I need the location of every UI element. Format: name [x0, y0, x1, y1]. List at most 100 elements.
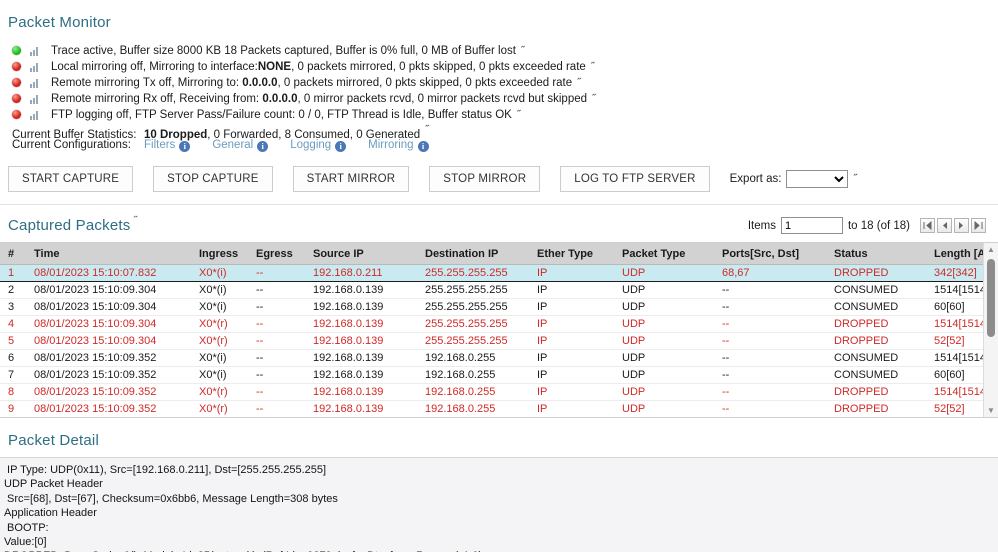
- config-link-filters[interactable]: Filters: [144, 139, 175, 151]
- signal-icon: [30, 78, 41, 88]
- table-row[interactable]: 3 08/01/2023 15:10:09.304 X0*(i) -- 192.168.…: [0, 298, 998, 316]
- items-start-input[interactable]: [780, 217, 843, 234]
- table-vertical-scrollbar[interactable]: ▲ ▼: [983, 243, 998, 417]
- table-row[interactable]: 1 08/01/2023 15:10:07.832 X0*(i) -- 192.168.…: [0, 264, 998, 282]
- scrollbar-thumb[interactable]: [987, 259, 995, 337]
- column-header-ports-src-dst[interactable]: Ports[Src, Dst]: [714, 243, 826, 265]
- status-line: Remote mirroring Rx off, Receiving from:…: [8, 91, 998, 106]
- cell-dst: 192.168.0.255: [417, 383, 529, 401]
- cell-dst: 255.255.255.255: [417, 264, 529, 282]
- signal-icon: [30, 46, 41, 56]
- column-header-destination-ip[interactable]: Destination IP: [417, 243, 529, 265]
- status-line: Trace active, Buffer size 8000 KB 18 Pac…: [8, 43, 998, 58]
- cell-time: 08/01/2023 15:10:09.352: [26, 400, 191, 417]
- cell-ports: --: [714, 298, 826, 316]
- cell-dst: 192.168.0.255: [417, 400, 529, 417]
- cell-ptype: UDP: [614, 400, 714, 417]
- cell-status: DROPPED: [826, 264, 926, 282]
- info-icon[interactable]: i: [335, 141, 347, 152]
- cell-src: 192.168.0.139: [305, 400, 417, 417]
- cell-ports: --: [714, 281, 826, 299]
- cell-num: 9: [0, 400, 26, 417]
- table-row[interactable]: 5 08/01/2023 15:10:09.304 X0*(r) -- 192.168.…: [0, 332, 998, 350]
- config-link-general[interactable]: General: [212, 139, 253, 151]
- cell-num: 5: [0, 332, 26, 350]
- current-configurations-label: Current Configurations:: [12, 139, 131, 151]
- cell-ether: IP: [529, 332, 614, 350]
- next-page-button[interactable]: [954, 218, 969, 233]
- cell-ingress: X0*(i): [191, 418, 248, 419]
- scroll-up-arrow[interactable]: ▲: [984, 243, 998, 256]
- cell-ingress: X0*(i): [191, 366, 248, 384]
- captured-packets-header: Captured Packets˝ Items to 18 (of 18): [0, 205, 998, 234]
- cell-num: 4: [0, 315, 26, 333]
- table-row[interactable]: 9 08/01/2023 15:10:09.352 X0*(r) -- 192.168.…: [0, 400, 998, 417]
- cell-ingress: X0*(i): [191, 298, 248, 316]
- config-link-mirroring[interactable]: Mirroring: [368, 139, 413, 151]
- packet-detail-content: IP Type: UDP(0x11), Src=[192.168.0.211],…: [0, 457, 998, 552]
- cell-dst: 255.255.255.255: [417, 418, 529, 419]
- status-list: Trace active, Buffer size 8000 KB 18 Pac…: [8, 43, 998, 122]
- info-icon[interactable]: i: [257, 141, 269, 152]
- stop-capture-button[interactable]: STOP CAPTURE: [153, 166, 273, 192]
- packet-detail-title: Packet Detail: [8, 432, 99, 449]
- log-to-ftp-server-button[interactable]: LOG TO FTP SERVER: [560, 166, 710, 192]
- column-header-[interactable]: #: [0, 243, 26, 265]
- packet-detail-header: Packet Detail: [0, 418, 998, 449]
- signal-icon: [30, 94, 41, 104]
- cell-dst: 255.255.255.255: [417, 281, 529, 299]
- cell-src: 192.168.0.139: [305, 298, 417, 316]
- column-header-status[interactable]: Status: [826, 243, 926, 265]
- column-header-egress[interactable]: Egress: [248, 243, 305, 265]
- items-label: Items: [747, 219, 776, 232]
- pagination-buttons: [918, 218, 986, 233]
- column-header-ether-type[interactable]: Ether Type: [529, 243, 614, 265]
- info-icon[interactable]: i: [179, 141, 191, 152]
- action-toolbar: START CAPTURE STOP CAPTURE START MIRROR STO…: [8, 163, 998, 195]
- status-line-trail: ˝: [520, 44, 525, 57]
- status-line-trail: ˝: [577, 76, 581, 89]
- export-format-select[interactable]: CSVPCAPTXT: [786, 170, 849, 188]
- table-row[interactable]: 6 08/01/2023 15:10:09.352 X0*(i) -- 192.168.…: [0, 349, 998, 367]
- column-header-ingress[interactable]: Ingress: [191, 243, 248, 265]
- column-header-time[interactable]: Time: [26, 243, 191, 265]
- cell-time: 08/01/2023 15:10:09.352: [26, 366, 191, 384]
- cell-egress: --: [248, 400, 305, 417]
- current-configurations: Current Configurations: Filters i General i L…: [12, 138, 998, 153]
- start-capture-button[interactable]: START CAPTURE: [8, 166, 134, 192]
- cell-time: 08/01/2023 15:10:09.304: [26, 332, 191, 350]
- toolbar-button-group: START CAPTURE STOP CAPTURE START MIRROR STO…: [8, 166, 730, 192]
- table-row[interactable]: 4 08/01/2023 15:10:09.304 X0*(r) -- 192.168.…: [0, 315, 998, 333]
- detail-line: DROPPED, Drop Code: 0(), Module Id: 25(n…: [4, 549, 998, 552]
- cell-egress: --: [248, 418, 305, 419]
- info-icon[interactable]: i: [417, 141, 429, 152]
- table-row[interactable]: 7 08/01/2023 15:10:09.352 X0*(i) -- 192.168.…: [0, 366, 998, 384]
- last-page-button[interactable]: [971, 218, 986, 233]
- column-header-packet-type[interactable]: Packet Type: [614, 243, 714, 265]
- prev-page-button[interactable]: [937, 218, 952, 233]
- config-link-logging[interactable]: Logging: [290, 139, 331, 151]
- cell-ports: --: [714, 315, 826, 333]
- table-row[interactable]: 8 08/01/2023 15:10:09.352 X0*(r) -- 192.168.…: [0, 383, 998, 401]
- cell-status: CONSUMED: [826, 298, 926, 316]
- table-row[interactable]: 2 08/01/2023 15:10:09.304 X0*(i) -- 192.168.…: [0, 281, 998, 299]
- export-as-label: Export as:: [729, 173, 782, 185]
- first-page-button[interactable]: [920, 218, 935, 233]
- column-header-source-ip[interactable]: Source IP: [305, 243, 417, 265]
- stop-mirror-button[interactable]: STOP MIRROR: [429, 166, 541, 192]
- captured-packets-title-trail: ˝: [133, 215, 138, 227]
- cell-egress: --: [248, 383, 305, 401]
- scroll-down-arrow[interactable]: ▼: [984, 404, 998, 417]
- cell-ptype: UDP: [614, 418, 714, 419]
- cell-ptype: UDP: [614, 281, 714, 299]
- start-mirror-button[interactable]: START MIRROR: [292, 166, 410, 192]
- cell-num: 7: [0, 366, 26, 384]
- cell-src: 192.168.0.139: [305, 383, 417, 401]
- config-link-group: Filters i General i Logging i Mirroring i: [144, 138, 451, 153]
- cell-status: CONSUMED: [826, 349, 926, 367]
- table-header-row: # Time Ingress Egress Source IP Destination I…: [0, 243, 998, 265]
- cell-src: 192.168.0.139: [305, 349, 417, 367]
- table-row[interactable]: 1008/01/2023 15:10:10.816X0*(i)--192.168…: [0, 418, 998, 419]
- cell-egress: --: [248, 349, 305, 367]
- cell-num: 8: [0, 383, 26, 401]
